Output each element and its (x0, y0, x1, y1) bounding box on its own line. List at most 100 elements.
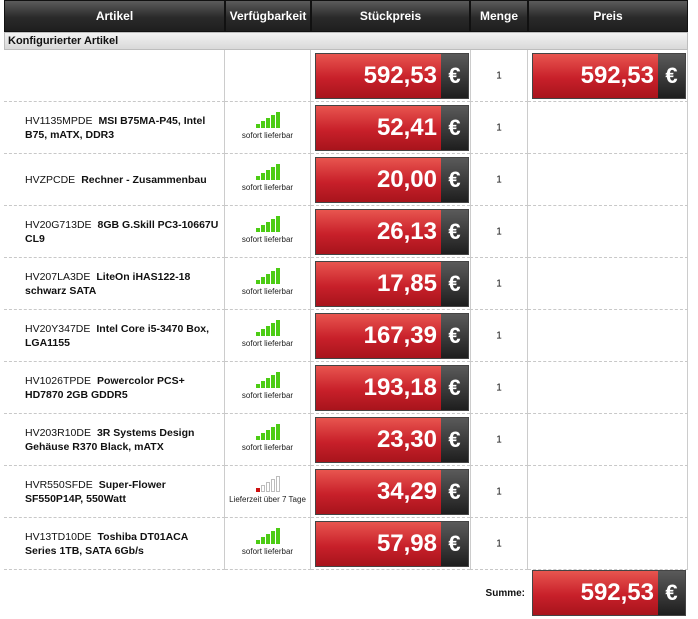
availability: sofort lieferbar (225, 164, 310, 192)
availability-bar (270, 323, 275, 336)
price-value: 23,30 (316, 418, 441, 462)
article-description: HV1135MPDE MSI B75MA-P45, Intel B75, mATX… (25, 114, 220, 142)
unit-price-cell: 193,18 € (311, 362, 470, 414)
article-cell: HV1026TPDE Powercolor PCS+ HD7870 2GB GDD… (4, 362, 225, 414)
availability-bar (270, 479, 275, 492)
unit-price: 57,98 € (315, 521, 469, 567)
article-description: HV207LA3DE LiteOn iHAS122-18 schwarz SATA (25, 270, 220, 298)
availability-bar (275, 112, 280, 128)
availability-bars-icon (225, 268, 310, 284)
total-price-cell (528, 206, 688, 258)
article-code: HVR550SFDE (25, 478, 93, 491)
table-row: HV20G713DE 8GB G.Skill PC3-10667U CL9 sofo… (0, 206, 698, 258)
article-cell: HV20Y347DE Intel Core i5-3470 Box, LGA115… (4, 310, 225, 362)
price-value: 193,18 (316, 366, 441, 410)
availability-bar (260, 225, 265, 232)
availability-bar (270, 427, 275, 440)
total-price-cell (528, 362, 688, 414)
availability-cell: sofort lieferbar (225, 414, 311, 466)
availability-text: sofort lieferbar (241, 339, 294, 348)
availability-cell: sofort lieferbar (225, 154, 311, 206)
availability-bars-icon (225, 164, 310, 180)
availability-bar (260, 329, 265, 336)
price-value: 167,39 (316, 314, 441, 358)
availability-bar (260, 277, 265, 284)
availability-text: sofort lieferbar (241, 443, 294, 452)
article-description: HV13TD10DE Toshiba DT01ACA Series 1TB, SA… (25, 530, 220, 558)
availability-bar (260, 537, 265, 544)
article-code: HV20G713DE (25, 218, 92, 231)
availability-bar (255, 384, 260, 388)
article-cell: HV207LA3DE LiteOn iHAS122-18 schwarz SATA (4, 258, 225, 310)
availability-bar (260, 121, 265, 128)
unit-price-cell: 17,85 € (311, 258, 470, 310)
article-cell: HV1135MPDE MSI B75MA-P45, Intel B75, mATX… (4, 102, 225, 154)
euro-icon: € (441, 54, 468, 98)
article-cell: HV20G713DE 8GB G.Skill PC3-10667U CL9 (4, 206, 225, 258)
quantity: 1 (496, 122, 502, 133)
availability-bar (270, 219, 275, 232)
article-cell: HVR550SFDE Super-Flower SF550P14P, 550Wat… (4, 466, 225, 518)
availability-bars-icon (225, 424, 310, 440)
unit-price: 26,13 € (315, 209, 469, 255)
table-row: HVR550SFDE Super-Flower SF550P14P, 550Wat… (0, 466, 698, 518)
price-value: 57,98 (316, 522, 441, 566)
header-verfuegbarkeit: Verfügbarkeit (225, 0, 311, 32)
configured-availability-cell (225, 50, 311, 102)
price-value: 20,00 (316, 158, 441, 202)
unit-price-cell: 20,00 € (311, 154, 470, 206)
availability: sofort lieferbar (225, 112, 310, 140)
configured-quantity: 1 (496, 70, 502, 81)
quantity-cell: 1 (470, 206, 528, 258)
availability-bar (270, 531, 275, 544)
price-value: 52,41 (316, 106, 441, 150)
availability-bars-icon (225, 320, 310, 336)
article-description: HV203R10DE 3R Systems Design Gehäuse R370… (25, 426, 220, 454)
availability: sofort lieferbar (225, 320, 310, 348)
availability-bar (255, 436, 260, 440)
availability-bar (275, 528, 280, 544)
total-price-cell (528, 518, 688, 570)
unit-price-cell: 167,39 € (311, 310, 470, 362)
availability-bar (275, 268, 280, 284)
availability-bar (260, 433, 265, 440)
quantity: 1 (496, 278, 502, 289)
article-code: HV1026TPDE (25, 374, 91, 387)
header-stueckpreis: Stückpreis (311, 0, 470, 32)
availability-bar (255, 124, 260, 128)
configured-total-price-cell: 592,53 € (528, 50, 688, 102)
availability-bar (270, 167, 275, 180)
availability-bars-icon (225, 112, 310, 128)
availability-bar (265, 274, 270, 284)
euro-icon: € (658, 54, 685, 98)
total-price-cell (528, 466, 688, 518)
quantity-cell: 1 (470, 102, 528, 154)
cart-table: Artikel Verfügbarkeit Stückpreis Menge P… (0, 0, 698, 619)
availability-bar (265, 222, 270, 232)
availability-bar (255, 488, 260, 492)
article-code: HVZPCDE (25, 173, 76, 186)
article-description: HV20G713DE 8GB G.Skill PC3-10667U CL9 (25, 218, 220, 246)
euro-icon: € (441, 366, 468, 410)
availability-text: sofort lieferbar (241, 547, 294, 556)
availability: sofort lieferbar (225, 528, 310, 556)
availability-text: sofort lieferbar (241, 287, 294, 296)
article-code: HV1135MPDE (25, 114, 93, 127)
table-row: HV1135MPDE MSI B75MA-P45, Intel B75, mATX… (0, 102, 698, 154)
unit-price: 167,39 € (315, 313, 469, 359)
configured-unit-price: 592,53 € (315, 53, 469, 99)
availability-bars-icon (225, 528, 310, 544)
configured-row: 592,53 € 1 592,53 € (0, 50, 698, 102)
article-description: HVR550SFDE Super-Flower SF550P14P, 550Wat… (25, 478, 220, 506)
availability-bar (275, 320, 280, 336)
quantity-cell: 1 (470, 258, 528, 310)
quantity: 1 (496, 382, 502, 393)
availability-bar (275, 164, 280, 180)
header-artikel: Artikel (4, 0, 225, 32)
quantity-cell: 1 (470, 518, 528, 570)
total-price-cell (528, 310, 688, 362)
total-price-cell (528, 154, 688, 206)
section-configured-article: Konfigurierter Artikel (4, 32, 688, 50)
euro-icon: € (441, 158, 468, 202)
availability-bar (255, 280, 260, 284)
